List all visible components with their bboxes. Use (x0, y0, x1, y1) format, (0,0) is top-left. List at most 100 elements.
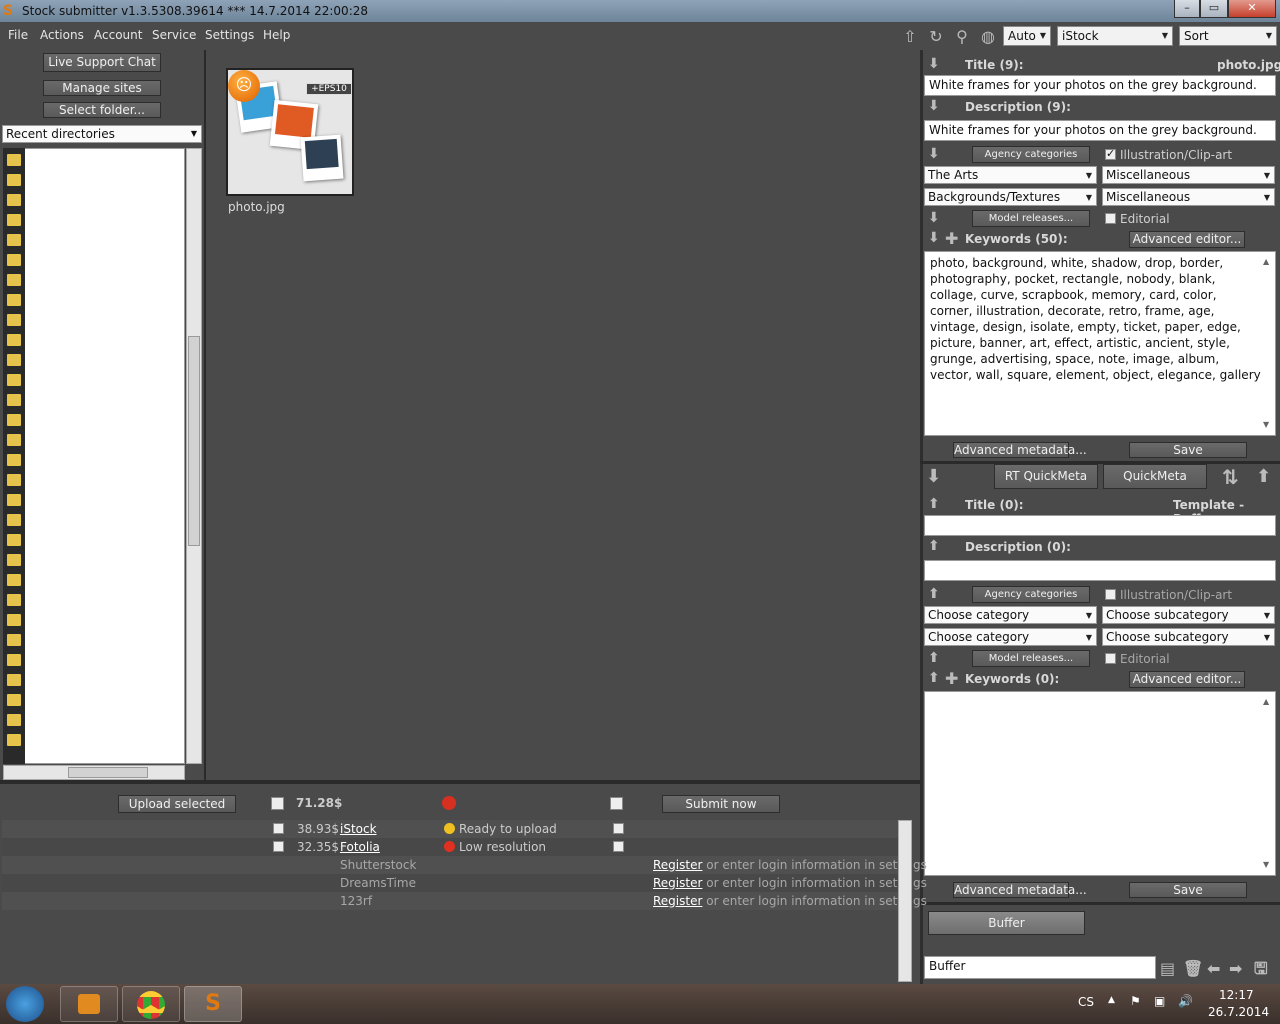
close-button[interactable]: ✕ (1228, 0, 1276, 18)
template-description-input[interactable] (924, 560, 1276, 581)
folder-icon[interactable] (7, 454, 21, 466)
manage-sites-button[interactable]: Manage sites (43, 80, 161, 96)
left-splitter[interactable] (204, 50, 206, 780)
template-agency-categories-button[interactable]: Agency categories (972, 586, 1090, 603)
folder-icon[interactable] (7, 314, 21, 326)
folder-icon[interactable] (7, 574, 21, 586)
register-link[interactable]: Register (653, 858, 702, 872)
filter-icon[interactable]: ◍ (978, 27, 998, 47)
folder-icon[interactable] (7, 174, 21, 186)
template-advanced-metadata-button[interactable]: Advanced metadata... (953, 882, 1087, 898)
site-checkbox[interactable] (273, 823, 284, 834)
folder-icon[interactable] (7, 694, 21, 706)
search-icon[interactable]: ⚲ (952, 27, 972, 47)
advanced-editor-button[interactable]: Advanced editor... (1129, 231, 1245, 248)
folder-icon[interactable] (7, 534, 21, 546)
menu-help[interactable]: Help (263, 28, 290, 42)
speaker-icon[interactable]: 🔊 (1178, 994, 1193, 1008)
keywords-scrollbar[interactable]: ▲ ▼ (1263, 254, 1273, 433)
folder-tree[interactable] (3, 148, 185, 764)
refresh-icon[interactable]: ↻ (926, 27, 946, 47)
folder-icon[interactable] (7, 234, 21, 246)
quickmeta-button[interactable]: QuickMeta (1103, 464, 1207, 489)
clock-time[interactable]: 12:17 (1219, 988, 1254, 1002)
agency-categories-button[interactable]: Agency categories (972, 146, 1090, 163)
select-all-checkbox[interactable] (271, 797, 284, 810)
recent-directories-select[interactable]: Recent directories ▼ (2, 125, 202, 143)
folder-icon[interactable] (7, 154, 21, 166)
rt-quickmeta-button[interactable]: RT QuickMeta (994, 464, 1098, 489)
arrow-down-icon[interactable]: ⬇ (928, 210, 940, 226)
register-link[interactable]: Register (653, 876, 702, 890)
agency-select[interactable]: iStock ▼ (1057, 26, 1173, 46)
menu-actions[interactable]: Actions (40, 28, 84, 42)
folder-icon[interactable] (7, 554, 21, 566)
template-category-1-select[interactable]: Choose category ▼ (924, 606, 1097, 624)
keywords-textarea[interactable]: photo, background, white, shadow, drop, … (924, 251, 1276, 436)
folder-icon[interactable] (7, 474, 21, 486)
network-icon[interactable]: ▣ (1154, 994, 1165, 1008)
site-submit-checkbox[interactable] (613, 841, 624, 852)
chrome-taskbar-button[interactable] (122, 986, 180, 1022)
folder-icon[interactable] (7, 394, 21, 406)
arrow-up-icon[interactable]: ⬆ (928, 650, 940, 666)
folder-icon[interactable] (7, 254, 21, 266)
submit-all-checkbox[interactable] (610, 797, 623, 810)
template-subcategory-2-select[interactable]: Choose subcategory ▼ (1102, 628, 1275, 646)
arrow-up-icon[interactable]: ⬆ (928, 586, 940, 602)
sort-select[interactable]: Sort ▼ (1179, 26, 1277, 46)
arrow-up-icon[interactable]: ⇧ (900, 27, 920, 47)
plus-icon[interactable]: ✚ (945, 229, 958, 248)
folder-icon[interactable] (7, 214, 21, 226)
arrow-up-icon[interactable]: ⬆ (928, 670, 940, 686)
template-model-releases-button[interactable]: Model releases... (972, 650, 1090, 667)
folder-icon[interactable] (7, 594, 21, 606)
folder-icon[interactable] (7, 734, 21, 746)
media-player-taskbar-button[interactable] (60, 986, 118, 1022)
description-input[interactable]: White frames for your photos on the grey… (924, 120, 1276, 141)
template-keywords-scrollbar[interactable]: ▲ ▼ (1263, 694, 1273, 873)
stock-submitter-taskbar-button[interactable]: S (184, 986, 242, 1022)
document-icon[interactable]: ▤ (1160, 959, 1175, 978)
live-support-chat-button[interactable]: Live Support Chat (43, 53, 161, 72)
arrow-up-icon[interactable]: ⬆ (928, 496, 940, 512)
folder-icon[interactable] (7, 514, 21, 526)
flag-icon[interactable]: ⚑ (1130, 994, 1141, 1008)
editorial-checkbox[interactable] (1105, 213, 1116, 224)
start-button[interactable] (6, 986, 44, 1022)
arrow-down-icon[interactable]: ⬇ (928, 146, 940, 162)
folder-tree-scroll-thumb[interactable] (188, 336, 200, 546)
folder-icon[interactable] (7, 494, 21, 506)
arrow-down-icon[interactable]: ⬇ (926, 466, 941, 487)
template-save-button[interactable]: Save (1129, 882, 1247, 898)
folder-icon[interactable] (7, 614, 21, 626)
folder-icon[interactable] (7, 274, 21, 286)
minimize-button[interactable]: – (1174, 0, 1200, 18)
arrow-up-icon[interactable]: ⬆ (1256, 466, 1271, 487)
category-2-select[interactable]: Backgrounds/Textures ▼ (924, 188, 1097, 206)
template-keywords-textarea[interactable]: ▲ ▼ (924, 691, 1276, 876)
folder-icon[interactable] (7, 354, 21, 366)
site-checkbox[interactable] (273, 841, 284, 852)
illustration-checkbox[interactable] (1105, 147, 1116, 160)
site-submit-checkbox[interactable] (613, 823, 624, 834)
clock-date[interactable]: 26.7.2014 (1208, 1005, 1269, 1019)
arrow-up-icon[interactable]: ⬆ (928, 538, 940, 554)
arrow-down-icon[interactable]: ⬇ (928, 230, 940, 246)
title-input[interactable]: White frames for your photos on the grey… (924, 75, 1276, 96)
mode-select[interactable]: Auto ▼ (1003, 26, 1051, 46)
submit-now-button[interactable]: Submit now (662, 795, 780, 813)
folder-icon[interactable] (7, 414, 21, 426)
arrow-right-icon[interactable]: ➡ (1229, 959, 1242, 978)
buffer-button[interactable]: Buffer (928, 911, 1085, 935)
folder-tree-hscroll-thumb[interactable] (68, 767, 148, 778)
site-row-fotolia[interactable]: 32.35$ Fotolia Low resolution (2, 838, 898, 856)
swap-icon[interactable]: ⇅ (1222, 465, 1239, 489)
model-releases-button[interactable]: Model releases... (972, 210, 1090, 227)
folder-icon[interactable] (7, 294, 21, 306)
folder-icon[interactable] (7, 714, 21, 726)
folder-icon[interactable] (7, 434, 21, 446)
subcategory-1-select[interactable]: Miscellaneous ▼ (1102, 166, 1275, 184)
menu-service[interactable]: Service (152, 28, 196, 42)
save-button[interactable]: Save (1129, 442, 1247, 458)
